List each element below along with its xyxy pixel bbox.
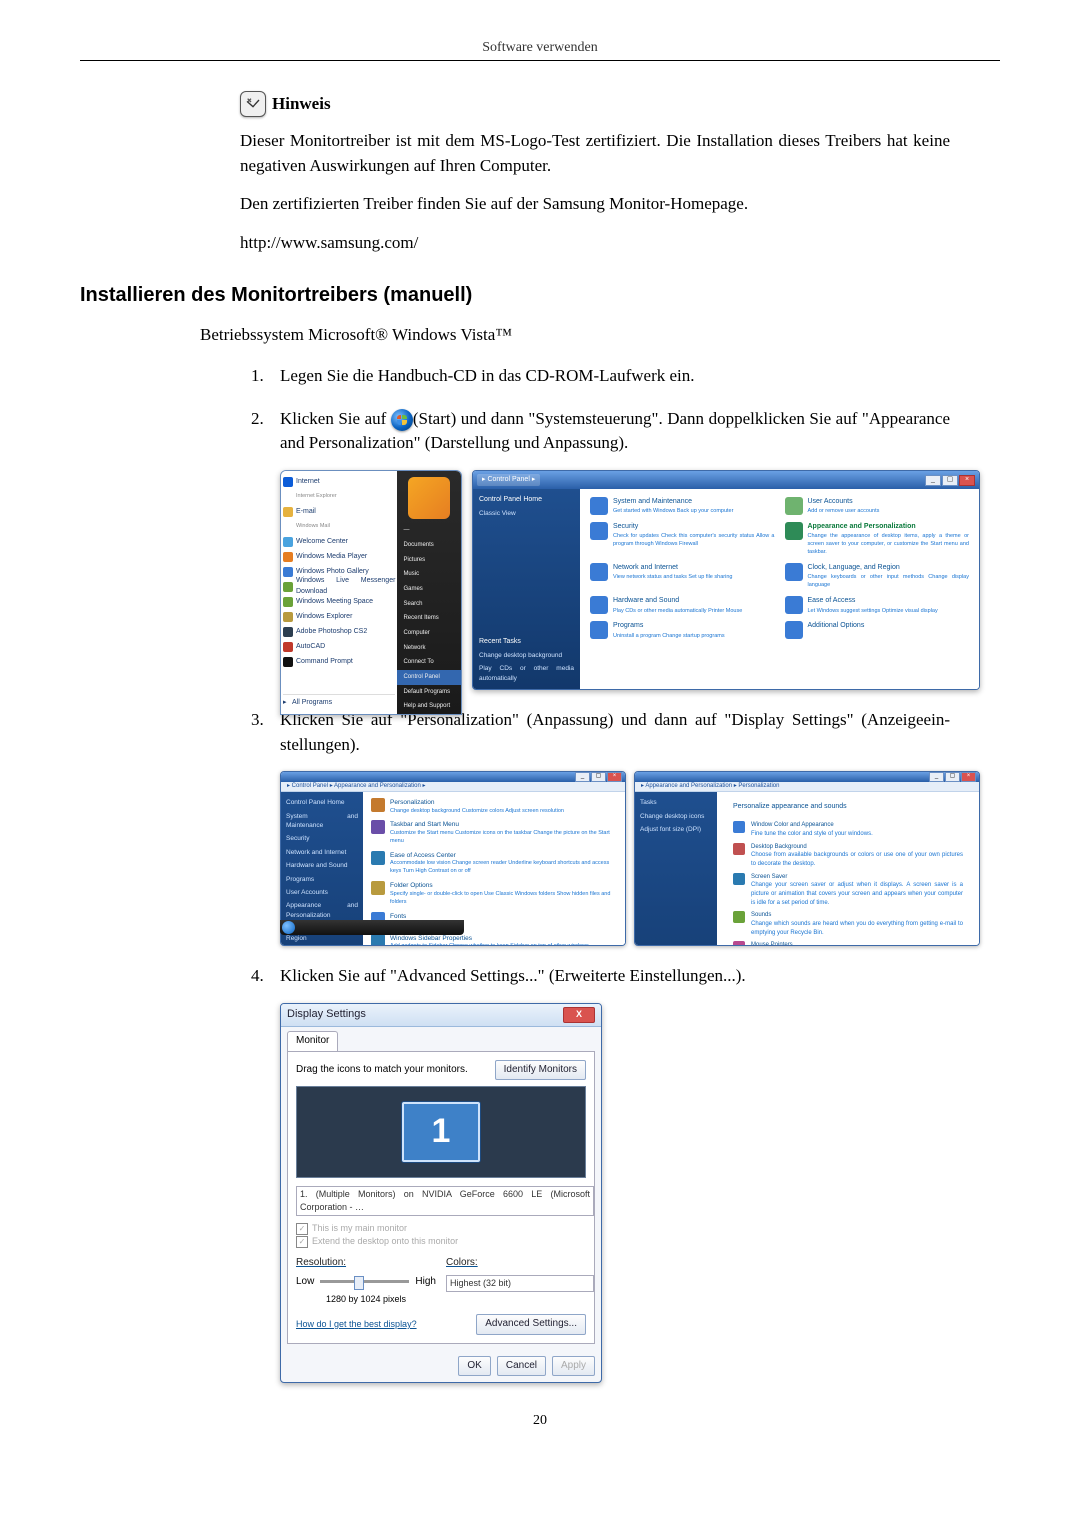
note-label: Hinweis — [272, 94, 331, 114]
note-icon — [240, 91, 266, 117]
control-panel-window: ▸ Control Panel ▸ _▢× Control Panel Home… — [472, 470, 980, 690]
note-heading: Hinweis — [240, 91, 950, 117]
step-2: Klicken Sie auf (Start) und dann "System… — [268, 407, 950, 690]
running-head: Software verwenden — [80, 40, 1000, 56]
help-link[interactable]: How do I get the best display? — [296, 1318, 417, 1331]
personalization-options: Personalize appearance and sounds Window… — [717, 792, 979, 946]
cancel-button[interactable]: Cancel — [497, 1356, 546, 1377]
monitor-stage[interactable]: 1 — [296, 1086, 586, 1178]
resolution-value: 1280 by 1024 pixels — [296, 1293, 436, 1306]
control-panel-sidebar: Control Panel Home Classic View Recent T… — [473, 489, 580, 689]
note-paragraph-1: Dieser Monitortreiber ist mit dem MS-Log… — [240, 129, 950, 178]
apply-button[interactable]: Apply — [552, 1356, 595, 1377]
control-panel-categories: System and MaintenanceGet started with W… — [580, 489, 979, 689]
adapter-select[interactable]: 1. (Multiple Monitors) on NVIDIA GeForce… — [296, 1186, 594, 1216]
close-icon[interactable]: X — [563, 1007, 595, 1023]
ok-button[interactable]: OK — [458, 1356, 490, 1377]
resolution-slider[interactable]: Low High — [296, 1275, 436, 1290]
note-url: http://www.samsung.com/ — [240, 231, 950, 256]
personalization-sidebar: TasksChange desktop iconsAdjust font siz… — [635, 792, 717, 946]
step-1: Legen Sie die Handbuch-CD in das CD-ROM-… — [268, 364, 950, 389]
header-rule — [80, 60, 1000, 61]
drag-instruction: Drag the icons to match your monitors. — [296, 1063, 468, 1078]
advanced-settings-button[interactable]: Advanced Settings... — [476, 1314, 586, 1335]
breadcrumb: ▸ Appearance and Personalization ▸ Perso… — [635, 782, 979, 792]
step-4: Klicken Sie auf "Advanced Settings..." (… — [268, 964, 950, 1383]
window-controls: _▢× — [925, 475, 975, 486]
user-avatar — [408, 477, 450, 519]
breadcrumb: ▸ Control Panel ▸ Appearance and Persona… — [281, 782, 625, 792]
colors-select[interactable]: Highest (32 bit) — [446, 1275, 594, 1292]
step-3: Klicken Sie auf "Personalization" (Anpas… — [268, 708, 950, 946]
screenshot-display-settings: Display Settings X Monitor Drag the icon… — [280, 1003, 602, 1383]
steps-list: Legen Sie die Handbuch-CD in das CD-ROM-… — [240, 364, 950, 1383]
section-title: Installieren des Monitortreibers (manuel… — [80, 284, 1000, 307]
monitor-1-icon[interactable]: 1 — [402, 1102, 480, 1162]
start-menu: Internet Internet Explorer E-mail Window… — [280, 470, 462, 715]
tab-monitor[interactable]: Monitor — [287, 1031, 338, 1051]
breadcrumb: ▸ Control Panel ▸ — [477, 474, 540, 486]
screenshot-start-and-controlpanel: Internet Internet Explorer E-mail Window… — [280, 470, 980, 690]
start-button-icon — [282, 921, 295, 934]
page-number: 20 — [80, 1413, 1000, 1429]
note-paragraph-2: Den zertifizierten Treiber finden Sie au… — [240, 192, 950, 217]
start-menu-left: Internet Internet Explorer E-mail Window… — [281, 471, 397, 714]
identify-monitors-button[interactable]: Identify Monitors — [495, 1060, 586, 1081]
start-orb-icon — [391, 409, 413, 431]
os-line: Betriebssystem Microsoft® Windows Vista™ — [200, 323, 950, 348]
colors-label: Colors: — [446, 1257, 478, 1268]
personalization-window: _▢× ▸ Appearance and Personalization ▸ P… — [634, 771, 980, 946]
main-monitor-checkbox: ✓This is my main monitor — [296, 1222, 586, 1235]
extend-desktop-checkbox: ✓Extend the desktop onto this monitor — [296, 1235, 586, 1248]
dialog-title: Display Settings — [287, 1007, 366, 1023]
resolution-label: Resolution: — [296, 1257, 346, 1268]
start-menu-right: — Documents Pictures Music Games Search … — [397, 471, 461, 714]
taskbar — [280, 920, 464, 935]
